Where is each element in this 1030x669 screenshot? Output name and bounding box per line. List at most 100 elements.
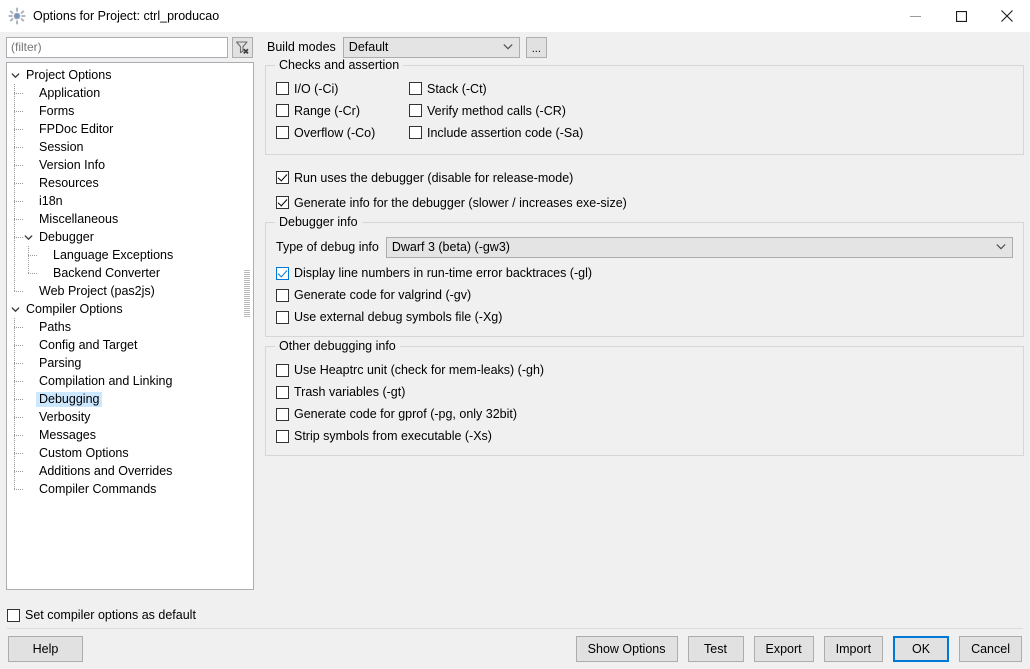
tree-guide-line bbox=[14, 345, 23, 346]
checkbox-use-external-debug-symbols-file-xg[interactable]: Use external debug symbols file (-Xg) bbox=[276, 310, 502, 324]
sidebar-item-messages[interactable]: Messages bbox=[7, 426, 253, 444]
tree-scrollbar-thumb[interactable] bbox=[244, 270, 250, 318]
dialog-body: Project Options Application Forms FPDoc Edi… bbox=[0, 58, 1030, 602]
checkbox-use-heaptrc-unit-check-for-mem-leaks-gh[interactable]: Use Heaptrc unit (check for mem-leaks) (… bbox=[276, 363, 544, 377]
tree-guide-line bbox=[28, 273, 37, 274]
sidebar-item-label: Additions and Overrides bbox=[39, 463, 173, 478]
cancel-button[interactable]: Cancel bbox=[959, 636, 1022, 662]
checks-and-assertion-title: Checks and assertion bbox=[275, 58, 404, 72]
checkbox-box bbox=[276, 407, 289, 421]
options-tree[interactable]: Project Options Application Forms FPDoc Edi… bbox=[6, 62, 254, 590]
build-modes-select[interactable]: Default bbox=[342, 36, 520, 58]
build-modes-value: Default bbox=[348, 40, 389, 54]
checkbox-strip-symbols-from-executable-xs[interactable]: Strip symbols from executable (-Xs) bbox=[276, 429, 492, 443]
checkbox-generate-code-for-gprof-pg-only-32bit[interactable]: Generate code for gprof (-pg, only 32bit… bbox=[276, 407, 517, 421]
test-button[interactable]: Test bbox=[687, 636, 744, 662]
checkbox-include-assertion-code-sa-label: Include assertion code (-Sa) bbox=[427, 125, 584, 140]
ok-button[interactable]: OK bbox=[893, 636, 950, 662]
dialog-footer: Set compiler options as default Help Sho… bbox=[0, 602, 1030, 669]
sidebar-item-forms[interactable]: Forms bbox=[7, 102, 253, 120]
chevron-down-icon bbox=[996, 244, 1006, 250]
checks-column-right: Stack (-Ct) bbox=[409, 82, 487, 99]
sidebar-item-label: Miscellaneous bbox=[39, 211, 119, 226]
sidebar-item-fpdoc-editor[interactable]: FPDoc Editor bbox=[7, 120, 253, 138]
tree-guide-line bbox=[14, 291, 23, 292]
sidebar-item-session[interactable]: Session bbox=[7, 138, 253, 156]
sidebar-item-label: Custom Options bbox=[39, 445, 129, 460]
set-compiler-options-as-default-checkbox[interactable]: Set compiler options as default bbox=[7, 608, 196, 622]
sidebar-item-compiler-commands[interactable]: Compiler Commands bbox=[7, 480, 253, 498]
options-dialog: Options for Project: ctrl_producao (filt… bbox=[0, 0, 1030, 669]
sidebar-item-version-info[interactable]: Version Info bbox=[7, 156, 253, 174]
sidebar-item-additions-and-overrides[interactable]: Additions and Overrides bbox=[7, 462, 253, 480]
sidebar-item-application[interactable]: Application bbox=[7, 84, 253, 102]
tree-guide-line bbox=[14, 111, 23, 112]
import-button[interactable]: Import bbox=[823, 636, 884, 662]
minimize-button[interactable] bbox=[892, 0, 938, 32]
checkbox-include-assertion-code-sa[interactable]: Include assertion code (-Sa) bbox=[409, 126, 583, 140]
sidebar-item-verbosity[interactable]: Verbosity bbox=[7, 408, 253, 426]
sidebar-item-debugger[interactable]: Debugger bbox=[7, 228, 253, 246]
checkbox-overflow-co[interactable]: Overflow (-Co) bbox=[276, 126, 375, 140]
checkbox-display-line-numbers-in-run-time-error-backtraces-gl[interactable]: Display line numbers in run-time error b… bbox=[276, 266, 592, 280]
checkbox-range-cr[interactable]: Range (-Cr) bbox=[276, 104, 360, 118]
checkbox-box bbox=[276, 196, 289, 209]
clear-filter-button[interactable] bbox=[232, 36, 253, 58]
tree-guide-line bbox=[28, 255, 37, 256]
checkbox-verify-method-calls-cr[interactable]: Verify method calls (-CR) bbox=[409, 104, 566, 118]
checks-column-left: Overflow (-Co) bbox=[276, 126, 409, 143]
tree-guide-line bbox=[14, 237, 23, 238]
sidebar-item-compiler-options[interactable]: Compiler Options bbox=[7, 300, 253, 318]
sidebar-item-miscellaneous[interactable]: Miscellaneous bbox=[7, 210, 253, 228]
checkbox-generate-info-for-the-debugger-slower-increases-exe-size[interactable]: Generate info for the debugger (slower /… bbox=[276, 196, 627, 210]
checkbox-run-uses-the-debugger-disable-for-release-mode[interactable]: Run uses the debugger (disable for relea… bbox=[276, 171, 573, 185]
help-button[interactable]: Help bbox=[8, 636, 83, 662]
checkbox-generate-code-for-valgrind-gv[interactable]: Generate code for valgrind (-gv) bbox=[276, 288, 471, 302]
search-input[interactable] bbox=[6, 36, 228, 58]
build-modes-more-button[interactable]: ... bbox=[525, 36, 547, 58]
checkbox-box bbox=[276, 82, 289, 96]
tree-scrollbar[interactable] bbox=[243, 64, 252, 588]
checkbox-strip-symbols-from-executable-xs-label: Strip symbols from executable (-Xs) bbox=[294, 429, 492, 443]
checkbox-i-o-ci[interactable]: I/O (-Ci) bbox=[276, 82, 338, 96]
sidebar-item-config-and-target[interactable]: Config and Target bbox=[7, 336, 253, 354]
sidebar-item-label: Version Info bbox=[39, 157, 106, 172]
show-options-button[interactable]: Show Options bbox=[575, 636, 678, 662]
close-button[interactable] bbox=[984, 0, 1030, 32]
type-of-debug-info-row: Type of debug info Dwarf 3 (beta) (-gw3) bbox=[276, 235, 1013, 259]
checks-row: Range (-Cr) Verify method calls (-CR) bbox=[276, 101, 1013, 123]
sidebar-item-paths[interactable]: Paths bbox=[7, 318, 253, 336]
chevron-down-icon bbox=[11, 72, 19, 78]
sidebar-item-label: Verbosity bbox=[39, 409, 91, 424]
checkbox-trash-variables-gt-label: Trash variables (-gt) bbox=[294, 385, 406, 399]
sidebar-item-compilation-and-linking[interactable]: Compilation and Linking bbox=[7, 372, 253, 390]
type-of-debug-info-select[interactable]: Dwarf 3 (beta) (-gw3) bbox=[385, 236, 1013, 258]
filter-clear-icon bbox=[235, 40, 249, 54]
sidebar-item-custom-options[interactable]: Custom Options bbox=[7, 444, 253, 462]
sidebar-item-parsing[interactable]: Parsing bbox=[7, 354, 253, 372]
sidebar-item-debugging[interactable]: Debugging bbox=[7, 390, 253, 408]
close-icon bbox=[1001, 10, 1013, 22]
tree-expander-icon[interactable] bbox=[7, 66, 23, 84]
sidebar-item-language-exceptions[interactable]: Language Exceptions bbox=[7, 246, 253, 264]
checks-column-right: Verify method calls (-CR) bbox=[409, 104, 566, 121]
other-debugging-option-row: Use Heaptrc unit (check for mem-leaks) (… bbox=[276, 359, 1013, 381]
maximize-button[interactable] bbox=[938, 0, 984, 32]
debugger-info-option-row: Display line numbers in run-time error b… bbox=[276, 262, 1013, 284]
lazarus-icon bbox=[8, 7, 26, 25]
checkbox-run-uses-the-debugger-disable-for-release-mode-label: Run uses the debugger (disable for relea… bbox=[294, 170, 574, 185]
checkbox-overflow-co-label: Overflow (-Co) bbox=[294, 125, 376, 140]
checkbox-box bbox=[409, 82, 422, 96]
sidebar-item-backend-converter[interactable]: Backend Converter bbox=[7, 264, 253, 282]
sidebar-item-i18n[interactable]: i18n bbox=[7, 192, 253, 210]
sidebar-item-label: FPDoc Editor bbox=[39, 121, 114, 136]
tree-expander-icon[interactable] bbox=[7, 300, 23, 318]
checkbox-trash-variables-gt[interactable]: Trash variables (-gt) bbox=[276, 385, 405, 399]
sidebar-item-project-options[interactable]: Project Options bbox=[7, 66, 253, 84]
sidebar-item-resources[interactable]: Resources bbox=[7, 174, 253, 192]
export-button[interactable]: Export bbox=[753, 636, 814, 662]
sidebar-item-web-project-pas2js[interactable]: Web Project (pas2js) bbox=[7, 282, 253, 300]
tree-guide-line bbox=[14, 489, 23, 490]
checkbox-box bbox=[7, 608, 20, 622]
checkbox-stack-ct[interactable]: Stack (-Ct) bbox=[409, 82, 487, 96]
